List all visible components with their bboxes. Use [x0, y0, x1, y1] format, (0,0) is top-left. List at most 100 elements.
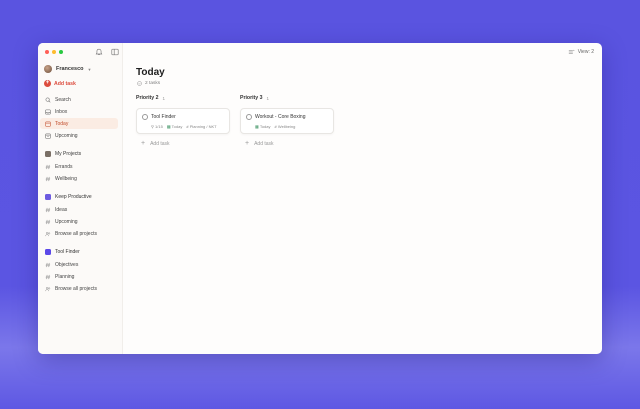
view-button[interactable]: View: 2: [568, 49, 594, 55]
sidebar-item-label: Wellbeing: [55, 175, 77, 182]
project-tag-text: Wellbeing: [277, 124, 296, 129]
task-count: 2 tasks: [137, 81, 160, 86]
task-name: Workout - Core Boxing: [255, 114, 306, 120]
add-task-label: Add task: [254, 140, 274, 147]
sidebar-item-label: Search: [55, 96, 71, 103]
sidebar-item-label: Upcoming: [55, 132, 78, 139]
sidebar-item-search[interactable]: Search: [40, 94, 118, 105]
view-label: View: 2: [577, 49, 594, 55]
view-label-text: View: [577, 49, 589, 55]
sidebar-item-label: Inbox: [55, 108, 68, 115]
board-column-priority-2: Priority 2 1 Tool Finder ⚲ 1/15 ▦ Today …: [136, 94, 230, 147]
due-date-text: Today: [171, 124, 183, 129]
people-icon: [45, 231, 51, 237]
task-meta: ▦ Today # Wellbeing: [255, 124, 295, 129]
check-circle-icon: [137, 81, 142, 86]
sidebar-toggle-icon[interactable]: [111, 48, 119, 56]
bell-icon[interactable]: [95, 48, 103, 56]
section-keep-productive[interactable]: Keep Productive: [45, 194, 92, 200]
section-my-projects[interactable]: My Projects: [45, 151, 81, 157]
task-card[interactable]: Workout - Core Boxing ▦ Today # Wellbein…: [240, 108, 334, 134]
workspace-logo-icon: [45, 249, 51, 255]
view-badge: 2: [591, 49, 594, 55]
sidebar-top-icons: [95, 48, 119, 56]
inbox-icon: [45, 109, 51, 115]
due-date-text: Today: [259, 124, 271, 129]
add-task-label: Add task: [150, 140, 170, 147]
add-task-button[interactable]: + Add task: [44, 80, 76, 87]
section-title: Tool Finder: [55, 249, 80, 255]
sidebar-item-errands[interactable]: Errands: [40, 161, 118, 172]
sidebar-item-browse-projects[interactable]: Browse all projects: [40, 283, 118, 294]
board-column-priority-3: Priority 3 1 Workout - Core Boxing ▦ Tod…: [240, 94, 334, 147]
column-header: Priority 2 1: [136, 94, 230, 102]
user-menu[interactable]: Francesco ▼: [44, 65, 91, 73]
sidebar-item-label: Planning: [55, 273, 75, 280]
plus-icon: +: [44, 80, 51, 87]
task-count-label: 2 tasks: [145, 81, 161, 86]
calendar-icon: [45, 133, 51, 139]
user-name: Francesco: [56, 66, 84, 72]
sidebar-item-upcoming[interactable]: Upcoming: [40, 130, 118, 141]
section-title: My Projects: [55, 151, 82, 157]
column-count: 1: [162, 95, 166, 101]
page-title: Today: [136, 67, 165, 78]
column-count: 1: [266, 95, 270, 101]
subtask-count-text: 1/15: [155, 124, 163, 129]
column-header: Priority 3 1: [240, 94, 334, 102]
task-name: Tool Finder: [151, 114, 176, 120]
app-window: Francesco ▼ + Add task Search Inbox Toda…: [38, 43, 602, 354]
sidebar-item-inbox[interactable]: Inbox: [40, 106, 118, 117]
due-date: ▦ Today: [166, 124, 183, 129]
zoom-window-button[interactable]: [59, 50, 63, 54]
sidebar: Francesco ▼ + Add task Search Inbox Toda…: [38, 43, 123, 354]
section-title: Keep Productive: [55, 194, 92, 200]
hashtag-icon: [45, 164, 51, 170]
hashtag-icon: [45, 207, 51, 213]
sidebar-item-today[interactable]: Today: [40, 118, 118, 129]
project-tag: # Planning / NKT: [186, 124, 217, 129]
view-options-icon: [568, 49, 575, 55]
sidebar-item-label: Browse all projects: [55, 285, 97, 292]
close-window-button[interactable]: [45, 50, 49, 54]
sidebar-item-label: Today: [55, 120, 69, 127]
column-title: Priority 3: [240, 95, 263, 101]
window-controls: [45, 50, 63, 54]
sidebar-item-upcoming-project[interactable]: Upcoming: [40, 216, 118, 227]
project-tag-text: Planning / NKT: [189, 124, 217, 129]
chevron-down-icon: ▼: [87, 66, 92, 72]
task-meta: ⚲ 1/15 ▦ Today # Planning / NKT: [151, 124, 217, 129]
plus-icon: +: [141, 140, 146, 147]
plus-icon: +: [245, 140, 250, 147]
calendar-today-icon: [45, 121, 51, 127]
sidebar-item-label: Browse all projects: [55, 230, 97, 237]
sidebar-item-browse-projects[interactable]: Browse all projects: [40, 228, 118, 239]
task-card[interactable]: Tool Finder ⚲ 1/15 ▦ Today # Planning / …: [136, 108, 230, 134]
column-title: Priority 2: [136, 95, 159, 101]
hashtag-icon: [45, 219, 51, 225]
search-icon: [45, 97, 51, 103]
add-task-button[interactable]: + Add task: [240, 140, 334, 147]
task-checkbox[interactable]: [142, 114, 148, 120]
project-tag: # Wellbeing: [274, 124, 296, 129]
minimize-window-button[interactable]: [52, 50, 56, 54]
add-task-label: Add task: [54, 80, 76, 87]
project-icon: [45, 151, 51, 157]
hashtag-icon: [45, 176, 51, 182]
sidebar-item-wellbeing[interactable]: Wellbeing: [40, 173, 118, 184]
hashtag-icon: [45, 274, 51, 280]
sidebar-item-objectives[interactable]: Objectives: [40, 259, 118, 270]
sidebar-item-label: Upcoming: [55, 218, 78, 225]
people-icon: [45, 286, 51, 292]
subtask-count: ⚲ 1/15: [151, 124, 163, 129]
section-tool-finder[interactable]: Tool Finder: [45, 249, 80, 255]
main-content: View: 2 Today 2 tasks Priority 2 1 Tool …: [123, 43, 602, 354]
sidebar-item-planning[interactable]: Planning: [40, 271, 118, 282]
avatar: [44, 65, 52, 73]
sidebar-item-ideas[interactable]: Ideas: [40, 204, 118, 215]
sidebar-item-label: Errands: [55, 163, 73, 170]
task-checkbox[interactable]: [246, 114, 252, 120]
add-task-button[interactable]: + Add task: [136, 140, 230, 147]
hashtag-icon: [45, 262, 51, 268]
workspace-logo-icon: [45, 194, 51, 200]
